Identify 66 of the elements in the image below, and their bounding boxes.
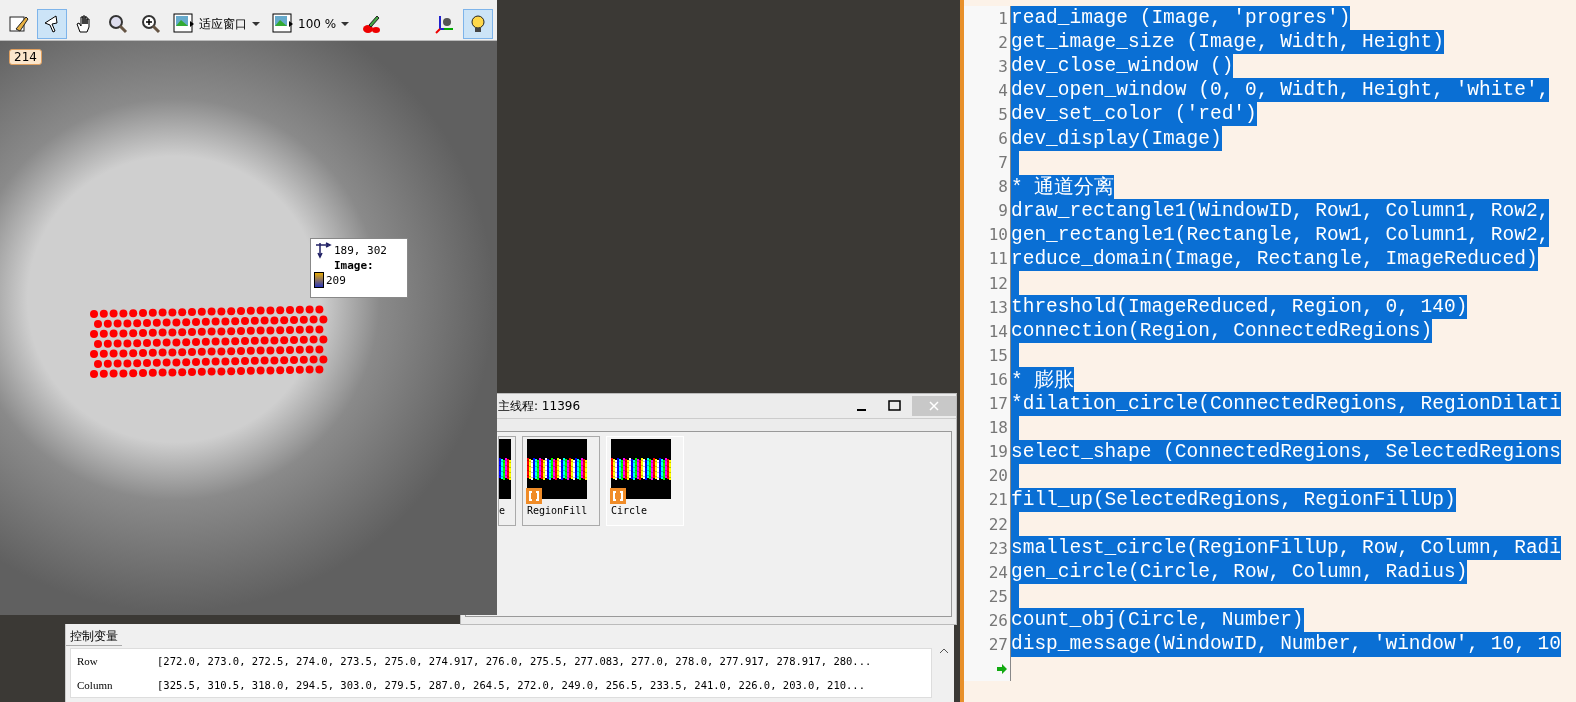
scroll-up-icon	[939, 648, 949, 654]
line-number: 24	[964, 560, 1011, 585]
intensity-scale-icon	[314, 272, 324, 288]
window-title: 主线程: 11396	[498, 397, 581, 415]
variable-name: Column	[76, 679, 114, 691]
zoom-in-icon	[140, 13, 162, 35]
line-number: 15	[964, 343, 1011, 368]
line-number: 20	[964, 463, 1011, 488]
region-type-icon	[526, 488, 542, 504]
line-number: 9	[964, 198, 1011, 223]
line-number: 27	[964, 632, 1011, 657]
line-number: 13	[964, 295, 1011, 320]
caret-icon	[251, 21, 261, 27]
line-number: 17	[964, 391, 1011, 416]
line-number: 7	[964, 150, 1011, 175]
variable-value: [272.0, 273.0, 272.5, 274.0, 273.5, 275.0, 274.917, 276.0, 275.5, 277.083, 277.0, 278.0, 277.917, 278.917, 280...	[157, 655, 872, 667]
line-number: 4	[964, 78, 1011, 103]
coordinates-icon	[314, 241, 332, 259]
variable-name: e	[499, 505, 506, 516]
maximize-icon	[888, 400, 902, 412]
line-number: 1	[964, 6, 1011, 31]
pencil-icon	[8, 13, 30, 35]
pixel-value-badge: 214	[9, 49, 42, 65]
line-number: 18	[964, 415, 1011, 440]
line-number: 11	[964, 246, 1011, 272]
line-number: 21	[964, 487, 1011, 512]
picture-icon	[173, 13, 195, 35]
line-number: 23	[964, 536, 1011, 561]
region-type-icon	[610, 488, 626, 504]
variable-name: Row	[76, 655, 99, 667]
region-pixels-drawing	[499, 458, 511, 480]
line-number: 8	[964, 174, 1011, 199]
variable-value: [325.5, 310.5, 318.0, 294.5, 303.0, 279.5, 287.0, 264.5, 272.0, 249.0, 256.5, 233.5, 241.0, 226.0, 203.0, 210...	[157, 679, 865, 691]
line-number: 2	[964, 30, 1011, 55]
image-label: Image:	[333, 259, 375, 272]
zoom-dropdown[interactable]: 100 %	[268, 9, 355, 39]
region-pixels-drawing	[527, 458, 587, 480]
variable-name: RegionFill	[527, 505, 588, 516]
panel-title: 控制变量	[66, 624, 122, 646]
line-number: 5	[964, 102, 1011, 127]
line-number: 26	[964, 608, 1011, 633]
line-number: 25	[964, 584, 1011, 609]
program-counter-icon	[996, 662, 1008, 675]
pixel-value: 209	[326, 273, 346, 287]
magnifier-icon	[107, 13, 129, 35]
line-number: 12	[964, 271, 1011, 296]
zoom-dropdown[interactable]: 适应窗口	[169, 9, 265, 39]
toolbar-button[interactable]	[463, 9, 493, 39]
line-number: 6	[964, 126, 1011, 151]
close-icon	[928, 400, 940, 412]
variable-thumbnail[interactable]: Circle	[606, 436, 684, 526]
variable-name: Circle	[611, 505, 648, 516]
minimize-icon	[856, 409, 866, 411]
pixel-coordinates: 189, 302	[334, 243, 387, 257]
axes-icon	[434, 13, 456, 35]
toolbar-button[interactable]	[37, 9, 67, 39]
line-number: 3	[964, 54, 1011, 79]
line-number: 10	[964, 222, 1011, 247]
line-number: 16	[964, 367, 1011, 392]
variable-thumbnail[interactable]: RegionFill	[522, 436, 600, 526]
caret-icon	[340, 21, 351, 27]
line-number: 14	[964, 319, 1011, 344]
picture-icon	[272, 13, 294, 35]
region-pixels-drawing	[611, 458, 671, 480]
line-number: 19	[964, 439, 1011, 464]
line-number: 22	[964, 511, 1011, 537]
